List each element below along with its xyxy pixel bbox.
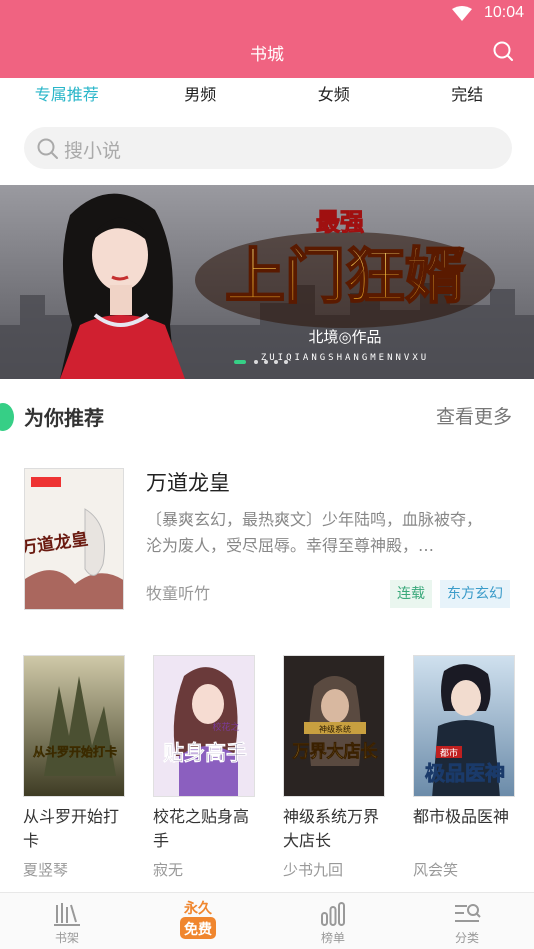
cover-image: 校花之 贴身高手: [154, 656, 254, 796]
carousel-dot-active: [234, 360, 246, 364]
cover-image: 神级系统 万界大店长: [284, 656, 384, 796]
book-cover-title: 贴身高手: [163, 741, 247, 765]
nav-label: 分类: [454, 931, 479, 945]
bottom-nav: 书架 永久 免费 榜单 分类: [0, 892, 534, 949]
status-bar: 10:04: [0, 0, 534, 28]
search-icon: [37, 138, 58, 159]
bookshelf-icon: [54, 903, 80, 926]
book-cover-subtitle: 都市: [440, 747, 458, 759]
banner-badge: 最强: [316, 208, 364, 236]
book-cover-subtitle: 神级系统: [319, 724, 351, 734]
genre-tag: 东方玄幻: [440, 580, 510, 608]
wifi-icon: [452, 6, 472, 21]
banner-title: 上门狂婿: [225, 242, 465, 312]
search-input[interactable]: 搜小说: [24, 127, 512, 169]
see-more-link[interactable]: 查看更多: [436, 402, 512, 429]
app-header: 10:04 书城: [0, 0, 534, 78]
tab-female[interactable]: 女频: [267, 78, 401, 114]
book-title[interactable]: 都市极品医神: [413, 805, 517, 853]
cover-image: 从斗罗开始打卡: [24, 656, 124, 796]
ranking-icon: [321, 902, 345, 926]
carousel-dot: [284, 360, 288, 364]
book-author: 寂无: [153, 861, 184, 879]
cover-image: 万道龙皇: [25, 469, 123, 609]
free-badge-label: 免费: [184, 921, 212, 938]
featured-book-description: 〔暴爽玄幻，最热爽文〕少年陆鸣，血脉被夺，沦为废人，受尽屈辱。幸得至尊神殿，…: [146, 510, 483, 555]
search-placeholder: 搜小说: [64, 140, 122, 162]
nav-free[interactable]: 永久 免费: [158, 893, 238, 949]
section-marker: [0, 403, 14, 431]
book-card[interactable]: 校花之 贴身高手 校花之贴身高手 寂无: [153, 655, 257, 880]
section-title: 为你推荐: [24, 406, 104, 430]
free-badge-icon: 永久 免费: [180, 900, 216, 939]
tab-recommended[interactable]: 专属推荐: [0, 78, 134, 114]
status-time: 10:04: [483, 4, 524, 21]
page-title: 书城: [250, 45, 284, 65]
cover-image: 都市 极品医神: [414, 656, 514, 796]
nav-category[interactable]: 分类: [427, 893, 507, 949]
nav-bookshelf[interactable]: 书架: [27, 893, 107, 949]
book-title[interactable]: 神级系统万界大店长: [283, 805, 387, 853]
category-icon: [455, 904, 481, 922]
book-cover-title: 万界大店长: [292, 741, 379, 762]
book-card[interactable]: 从斗罗开始打卡 从斗罗开始打卡 夏竖琴: [23, 655, 127, 880]
book-title[interactable]: 校花之贴身高手: [153, 805, 257, 853]
nav-ranking[interactable]: 榜单: [293, 893, 373, 949]
tab-completed[interactable]: 完结: [401, 78, 534, 114]
book-author: 少书九回: [283, 861, 344, 879]
nav-label: 书架: [54, 931, 79, 945]
featured-book-author: 牧童听竹: [146, 584, 211, 603]
book-cover[interactable]: 都市 极品医神: [413, 655, 515, 797]
book-card[interactable]: 都市 极品医神 都市极品医神 风会笑: [413, 655, 517, 880]
banner-image: 最强 上门狂婿 北境◎作品 ZUIQIANGSHANGMENNVXU: [0, 185, 534, 379]
banner-byline: 北境◎作品: [308, 328, 381, 346]
carousel-dot: [274, 360, 278, 364]
book-cover-title: 从斗罗开始打卡: [33, 744, 117, 759]
free-badge-top: 永久: [183, 900, 213, 917]
book-author: 风会笑: [413, 861, 459, 879]
book-cover-title: 极品医神: [425, 761, 505, 785]
book-card[interactable]: 神级系统 万界大店长 神级系统万界大店长 少书九回: [283, 655, 387, 880]
bookstore-screen: 10:04 书城 专属推荐 男频 女频 完结 搜小说 最强 上门狂婿 北境◎作品…: [0, 0, 534, 949]
promo-banner[interactable]: 最强 上门狂婿 北境◎作品 ZUIQIANGSHANGMENNVXU: [0, 185, 534, 379]
book-cover-subtitle: 校花之: [212, 721, 239, 733]
featured-book-cover[interactable]: 万道龙皇: [24, 468, 124, 610]
status-tag: 连载: [390, 580, 432, 608]
carousel-dot: [254, 360, 258, 364]
featured-book-title[interactable]: 万道龙皇: [146, 467, 230, 497]
nav-label: 榜单: [320, 931, 345, 945]
book-cover[interactable]: 校花之 贴身高手: [153, 655, 255, 797]
search-icon[interactable]: [492, 40, 514, 62]
carousel-dot: [264, 360, 268, 364]
book-author: 夏竖琴: [23, 861, 69, 879]
tab-male[interactable]: 男频: [134, 78, 268, 114]
book-title[interactable]: 从斗罗开始打卡: [23, 805, 127, 853]
book-cover[interactable]: 从斗罗开始打卡: [23, 655, 125, 797]
category-tabs: 专属推荐 男频 女频 完结: [0, 78, 534, 114]
book-cover[interactable]: 神级系统 万界大店长: [283, 655, 385, 797]
